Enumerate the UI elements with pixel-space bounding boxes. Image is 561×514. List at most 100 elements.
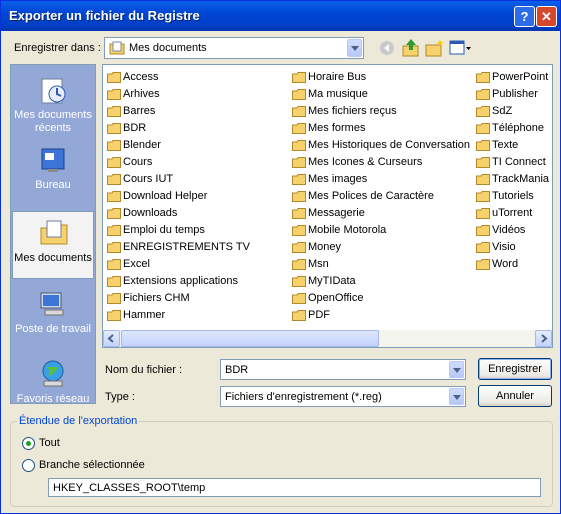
folder-label: uTorrent <box>492 207 533 219</box>
chevron-down-icon[interactable] <box>449 361 464 378</box>
radio-all-label[interactable]: Tout <box>39 437 60 449</box>
folder-item[interactable]: OpenOffice <box>289 290 470 307</box>
folder-item[interactable]: Mes images <box>289 171 470 188</box>
folder-item[interactable]: Barres <box>104 103 250 120</box>
folder-label: Downloads <box>123 207 178 219</box>
scrollbar-thumb[interactable] <box>121 330 379 347</box>
folder-item[interactable]: Mobile Motorola <box>289 222 470 239</box>
folder-item[interactable]: Extensions applications <box>104 273 250 290</box>
new-folder-icon[interactable] <box>425 38 445 58</box>
close-button[interactable]: ✕ <box>536 6 557 27</box>
radio-branch-label[interactable]: Branche sélectionnée <box>39 459 145 471</box>
folder-icon <box>292 174 306 185</box>
cancel-button[interactable]: Annuler <box>478 385 552 407</box>
folder-label: Ma musique <box>308 88 368 100</box>
folder-item[interactable]: Access <box>104 69 250 86</box>
folder-icon <box>107 123 121 134</box>
folder-icon <box>292 259 306 270</box>
view-menu-icon[interactable] <box>448 38 472 58</box>
folder-icon <box>107 174 121 185</box>
folder-icon <box>107 140 121 151</box>
folder-item[interactable]: Tutoriels <box>473 188 549 205</box>
folder-icon <box>292 72 306 83</box>
folder-item[interactable]: Publisher <box>473 86 549 103</box>
save-button[interactable]: Enregistrer <box>478 358 552 380</box>
folder-item[interactable]: Horaire Bus <box>289 69 470 86</box>
folder-icon <box>476 174 490 185</box>
folder-icon <box>476 72 490 83</box>
save-in-value: Mes documents <box>129 42 207 54</box>
folder-label: Mes fichiers reçus <box>308 105 397 117</box>
folder-icon <box>292 157 306 168</box>
place-my-documents[interactable]: Mes documents <box>12 211 94 279</box>
branch-path-input[interactable]: HKEY_CLASSES_ROOT\temp <box>48 478 541 497</box>
folder-label: Mes Historiques de Conversation <box>308 139 471 151</box>
folder-item[interactable]: TI Connect <box>473 154 549 171</box>
folder-item[interactable]: TrackMania <box>473 171 549 188</box>
folder-label: Mobile Motorola <box>308 224 387 236</box>
place-network[interactable]: Favoris réseau <box>12 353 94 421</box>
folder-item[interactable]: ENREGISTREMENTS TV <box>104 239 250 256</box>
folder-item[interactable]: Excel <box>104 256 250 273</box>
folder-item[interactable]: Word <box>473 256 549 273</box>
folder-item[interactable]: Cours <box>104 154 250 171</box>
folder-item[interactable]: Fichiers CHM <box>104 290 250 307</box>
place-my-computer[interactable]: Poste de travail <box>12 283 94 351</box>
folder-item[interactable]: Messagerie <box>289 205 470 222</box>
folder-item[interactable]: Vidéos <box>473 222 549 239</box>
chevron-down-icon[interactable] <box>347 39 362 57</box>
radio-selected-branch[interactable] <box>22 459 35 472</box>
filetype-dropdown[interactable]: Fichiers d'enregistrement (*.reg) <box>220 386 466 407</box>
folder-label: Hammer <box>123 309 166 321</box>
folder-icon <box>292 123 306 134</box>
file-list[interactable]: Access Arhives Barres BDR Blender Cours Cours … <box>102 64 553 348</box>
folder-item[interactable]: Emploi du temps <box>104 222 250 239</box>
folder-item[interactable]: Money <box>289 239 470 256</box>
folder-item[interactable]: SdZ <box>473 103 549 120</box>
export-registry-dialog: Exporter un fichier du Registre ? ✕ Enre… <box>0 0 561 514</box>
folder-item[interactable]: PDF <box>289 307 470 324</box>
folder-item[interactable]: Téléphone <box>473 120 549 137</box>
place-recent-documents[interactable]: Mes documents récents <box>12 69 94 137</box>
radio-all[interactable] <box>22 437 35 450</box>
folder-item[interactable]: PowerPoint <box>473 69 549 86</box>
folder-item[interactable]: Mes Historiques de Conversation <box>289 137 470 154</box>
folder-item[interactable]: BDR <box>104 120 250 137</box>
folder-item[interactable]: MyTIData <box>289 273 470 290</box>
save-in-dropdown[interactable]: Mes documents <box>104 37 364 59</box>
folder-label: Mes Polices de Caractère <box>308 190 434 202</box>
my-documents-icon <box>109 41 125 55</box>
scroll-left-button[interactable] <box>103 330 120 347</box>
folder-item[interactable]: Mes fichiers reçus <box>289 103 470 120</box>
horizontal-scrollbar[interactable] <box>103 330 552 347</box>
up-folder-icon[interactable] <box>401 38 421 58</box>
folder-item[interactable]: Download Helper <box>104 188 250 205</box>
folder-item[interactable]: Downloads <box>104 205 250 222</box>
folder-icon <box>476 208 490 219</box>
folder-label: OpenOffice <box>308 292 364 304</box>
folder-item[interactable]: Hammer <box>104 307 250 324</box>
folder-icon <box>107 293 121 304</box>
place-desktop[interactable]: Bureau <box>12 139 94 207</box>
folder-item[interactable]: Ma musique <box>289 86 470 103</box>
chevron-left-icon <box>107 334 114 343</box>
folder-item[interactable]: Mes Icones & Curseurs <box>289 154 470 171</box>
chevron-right-icon <box>541 334 548 343</box>
folder-item[interactable]: Texte <box>473 137 549 154</box>
filename-input[interactable]: BDR <box>220 359 466 380</box>
chevron-down-icon[interactable] <box>449 388 464 405</box>
folder-item[interactable]: Msn <box>289 256 470 273</box>
scroll-right-button[interactable] <box>535 330 552 347</box>
folder-label: Access <box>123 71 159 83</box>
file-column: PowerPoint Publisher SdZ Téléphone Texte TI C… <box>473 69 549 273</box>
folder-item[interactable]: Visio <box>473 239 549 256</box>
folder-item[interactable]: Mes Polices de Caractère <box>289 188 470 205</box>
folder-item[interactable]: uTorrent <box>473 205 549 222</box>
folder-label: Money <box>308 241 342 253</box>
folder-item[interactable]: Blender <box>104 137 250 154</box>
help-button[interactable]: ? <box>514 6 535 27</box>
folder-item[interactable]: Mes formes <box>289 120 470 137</box>
back-icon[interactable] <box>377 38 397 58</box>
folder-item[interactable]: Cours IUT <box>104 171 250 188</box>
folder-item[interactable]: Arhives <box>104 86 250 103</box>
